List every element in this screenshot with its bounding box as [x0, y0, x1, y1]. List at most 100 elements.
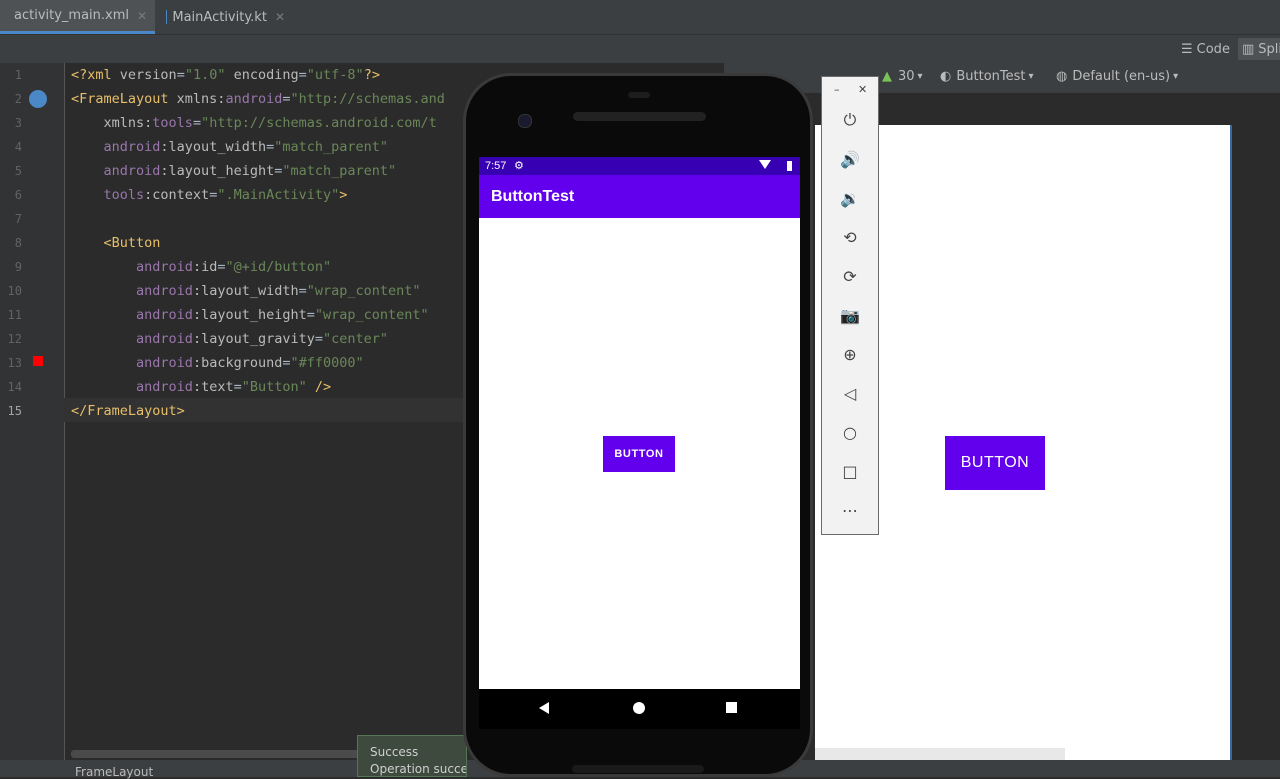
code-token: :background: [193, 355, 282, 371]
code-line[interactable]: android:background="#ff0000": [71, 351, 364, 375]
api-level-selector[interactable]: ▲ 30 ▾: [882, 69, 923, 84]
tab-label: MainActivity.kt: [172, 10, 267, 25]
back-icon[interactable]: [539, 702, 549, 714]
color-swatch-icon[interactable]: [33, 356, 43, 366]
code-token: [307, 379, 315, 395]
line-number: 5: [0, 159, 22, 183]
back-triangle-icon[interactable]: ◁: [836, 379, 864, 407]
code-token: ?>: [364, 67, 380, 83]
editor-scrollbar[interactable]: [71, 750, 361, 758]
speaker-grille: [573, 112, 706, 121]
code-token: =: [307, 307, 315, 323]
locale-selector[interactable]: ◍ Default (en-us) ▾: [1056, 69, 1178, 84]
volume-down-icon[interactable]: 🔉: [836, 184, 864, 212]
phone-clock: 7:57: [485, 160, 506, 172]
code-line[interactable]: tools:context=".MainActivity">: [71, 183, 347, 207]
code-line[interactable]: android:layout_width="match_parent": [71, 135, 388, 159]
home-circle-icon[interactable]: ○: [836, 418, 864, 446]
theme-selector[interactable]: ◐ ButtonTest ▾: [940, 69, 1034, 84]
line-number: 12: [0, 327, 22, 351]
rotate-left-icon[interactable]: ⟲: [836, 223, 864, 251]
code-line[interactable]: android:text="Button" />: [71, 375, 331, 399]
preview-button[interactable]: BUTTON: [945, 436, 1045, 490]
camera-icon[interactable]: 📷: [836, 301, 864, 329]
code-token: tools: [152, 115, 193, 131]
code-line[interactable]: android:layout_height="match_parent": [71, 159, 396, 183]
tab-label: activity_main.xml: [14, 8, 129, 23]
editor-tab-bar: activity_main.xml ✕ MainActivity.kt ✕: [0, 0, 1280, 35]
code-line[interactable]: android:id="@+id/button": [71, 255, 331, 279]
code-token: [71, 115, 104, 131]
line-number: 2: [0, 87, 22, 111]
code-token: version: [120, 67, 177, 83]
code-token: [71, 331, 136, 347]
close-icon[interactable]: ✕: [137, 9, 147, 23]
front-camera-icon: [518, 114, 532, 128]
split-view-button[interactable]: ▥ Split: [1238, 38, 1280, 60]
code-line[interactable]: <Button: [71, 231, 160, 255]
menu-lines-icon: ☰: [1181, 42, 1193, 57]
code-token: =: [177, 67, 185, 83]
chevron-down-icon: ▾: [918, 71, 923, 82]
code-token: android: [225, 91, 282, 107]
code-token: =: [266, 139, 274, 155]
code-token: "http://schemas.android.com/t: [201, 115, 437, 131]
code-token: "1.0": [185, 67, 226, 83]
recents-icon[interactable]: [726, 702, 737, 713]
globe-icon: ◍: [1056, 69, 1067, 84]
tab-activity-main[interactable]: activity_main.xml ✕: [0, 0, 155, 34]
power-icon[interactable]: ⏻: [836, 106, 864, 134]
theme-icon: ◐: [940, 69, 951, 84]
rotate-right-icon[interactable]: ⟳: [836, 262, 864, 290]
close-icon[interactable]: ✕: [275, 10, 285, 24]
code-token: :layout_height: [160, 163, 274, 179]
overview-square-icon[interactable]: □: [836, 457, 864, 485]
emulator-screen[interactable]: [479, 157, 800, 689]
code-token: "utf-8": [307, 67, 364, 83]
code-token: :layout_width: [160, 139, 266, 155]
tab-mainactivity[interactable]: MainActivity.kt ✕: [158, 0, 293, 34]
theme-label: ButtonTest: [956, 69, 1025, 84]
code-view-label: Code: [1197, 42, 1230, 57]
code-line[interactable]: <FrameLayout xmlns:android="http://schem…: [71, 87, 445, 111]
code-token: [71, 283, 136, 299]
line-number: 4: [0, 135, 22, 159]
view-mode-bar: [0, 35, 1280, 63]
code-token: "wrap_content": [315, 307, 429, 323]
split-view-icon: ▥: [1242, 42, 1254, 57]
code-token: "match_parent": [274, 139, 388, 155]
code-token: =: [193, 115, 201, 131]
notification-toast[interactable]: Success Operation succe: [357, 735, 467, 777]
code-line[interactable]: </FrameLayout>: [71, 399, 185, 423]
api-level-label: 30: [898, 69, 915, 84]
line-number: 9: [0, 255, 22, 279]
code-line[interactable]: android:layout_gravity="center": [71, 327, 388, 351]
code-token: =: [299, 283, 307, 299]
code-line[interactable]: xmlns:tools="http://schemas.android.com/…: [71, 111, 437, 135]
line-number: 11: [0, 303, 22, 327]
zoom-icon[interactable]: ⊕: [836, 340, 864, 368]
preview-scrollbar[interactable]: [815, 748, 1065, 760]
line-number: 8: [0, 231, 22, 255]
line-number: 1: [0, 63, 22, 87]
code-token: :id: [193, 259, 217, 275]
volume-up-icon[interactable]: 🔊: [836, 145, 864, 173]
close-icon[interactable]: ✕: [858, 83, 867, 96]
code-token: android: [104, 163, 161, 179]
app-button[interactable]: BUTTON: [603, 436, 675, 472]
code-line[interactable]: android:layout_height="wrap_content": [71, 303, 429, 327]
code-token: <FrameLayout: [71, 91, 177, 107]
activity-gutter-icon[interactable]: [29, 90, 47, 108]
home-icon[interactable]: [633, 702, 645, 714]
code-line[interactable]: <?xml version="1.0" encoding="utf-8"?>: [71, 63, 380, 87]
code-view-button[interactable]: ☰ Code: [1181, 38, 1230, 60]
code-token: <?xml: [71, 67, 120, 83]
minimize-icon[interactable]: –: [834, 83, 840, 96]
code-token: <Button: [104, 235, 161, 251]
app-bar-title: ButtonTest: [479, 175, 800, 218]
code-token: [71, 259, 136, 275]
more-icon[interactable]: ⋯: [836, 496, 864, 524]
code-line[interactable]: android:layout_width="wrap_content": [71, 279, 421, 303]
phone-status-bar: 7:57 ⚙: [479, 157, 800, 175]
code-token: =: [282, 91, 290, 107]
